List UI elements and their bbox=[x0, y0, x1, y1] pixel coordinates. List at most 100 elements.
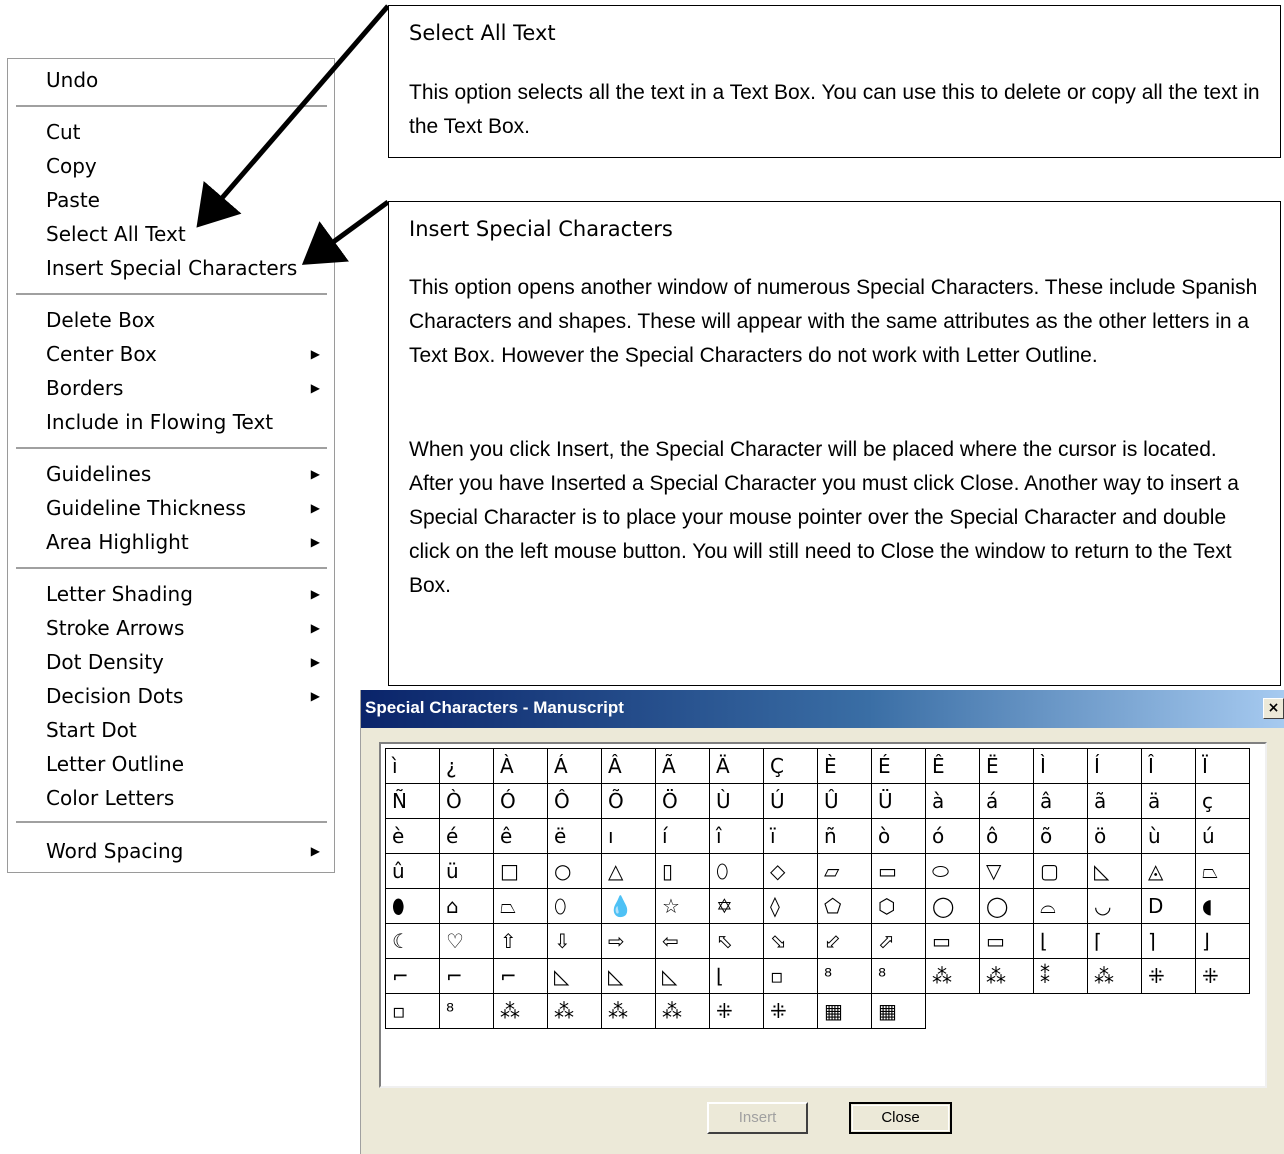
character-cell[interactable]: Ô bbox=[547, 783, 602, 819]
character-cell[interactable]: ä bbox=[1141, 783, 1196, 819]
menu-item-color-letters[interactable]: Color Letters bbox=[46, 785, 324, 811]
character-cell[interactable]: ⌋ bbox=[1195, 923, 1250, 959]
character-cell[interactable]: Ó bbox=[493, 783, 548, 819]
character-cell[interactable]: Ã bbox=[655, 748, 710, 784]
character-cell[interactable]: ⌂ bbox=[439, 888, 494, 924]
character-cell[interactable]: ⏢ bbox=[493, 888, 548, 924]
character-cell[interactable]: ô bbox=[979, 818, 1034, 854]
character-cell[interactable]: ⬁ bbox=[709, 923, 764, 959]
close-button[interactable]: Close bbox=[849, 1102, 952, 1134]
character-cell[interactable]: ▫ bbox=[385, 993, 440, 1029]
character-cell[interactable]: Ï bbox=[1195, 748, 1250, 784]
character-cell[interactable]: Ò bbox=[439, 783, 494, 819]
character-cell[interactable]: ⇧ bbox=[493, 923, 548, 959]
character-cell[interactable]: ⌓ bbox=[1033, 888, 1088, 924]
character-cell[interactable]: ◯ bbox=[925, 888, 980, 924]
character-cell[interactable]: ï bbox=[763, 818, 818, 854]
character-cell[interactable]: ▢ bbox=[1033, 853, 1088, 889]
character-cell[interactable]: ⬯ bbox=[547, 888, 602, 924]
character-cell[interactable]: ã bbox=[1087, 783, 1142, 819]
character-cell[interactable]: ⬀ bbox=[871, 923, 926, 959]
character-cell[interactable]: Ä bbox=[709, 748, 764, 784]
character-cell[interactable]: î bbox=[709, 818, 764, 854]
character-cell[interactable]: Ë bbox=[979, 748, 1034, 784]
character-cell[interactable]: 💧 bbox=[601, 888, 656, 924]
character-cell[interactable]: È bbox=[817, 748, 872, 784]
character-cell[interactable]: Õ bbox=[601, 783, 656, 819]
menu-item-word-spacing[interactable]: Word Spacing ▶ bbox=[46, 838, 324, 864]
character-cell[interactable]: ⌐ bbox=[385, 958, 440, 994]
character-cell[interactable]: ⬯ bbox=[709, 853, 764, 889]
character-cell[interactable]: ▯ bbox=[655, 853, 710, 889]
character-cell[interactable]: è bbox=[385, 818, 440, 854]
character-cell[interactable]: ▭ bbox=[979, 923, 1034, 959]
character-cell[interactable]: ⁸ bbox=[871, 958, 926, 994]
character-cell[interactable]: ⇩ bbox=[547, 923, 602, 959]
character-cell[interactable]: ⁜ bbox=[1195, 958, 1250, 994]
character-cell[interactable]: ▱ bbox=[817, 853, 872, 889]
character-cell[interactable]: ◺ bbox=[601, 958, 656, 994]
character-cell[interactable]: ó bbox=[925, 818, 980, 854]
character-cell[interactable]: É bbox=[871, 748, 926, 784]
character-cell[interactable]: Ü bbox=[871, 783, 926, 819]
character-cell[interactable]: ⬮ bbox=[385, 888, 440, 924]
close-icon[interactable]: × bbox=[1263, 698, 1284, 719]
character-cell[interactable]: ☾ bbox=[385, 923, 440, 959]
character-cell[interactable]: í bbox=[655, 818, 710, 854]
character-cell[interactable]: Ç bbox=[763, 748, 818, 784]
character-cell[interactable]: Ì bbox=[1033, 748, 1088, 784]
character-cell[interactable]: ⁸ bbox=[439, 993, 494, 1029]
character-cell[interactable]: ç bbox=[1195, 783, 1250, 819]
character-cell[interactable]: ◬ bbox=[1141, 853, 1196, 889]
character-cell[interactable]: ▭ bbox=[925, 923, 980, 959]
character-cell[interactable]: ⬂ bbox=[763, 923, 818, 959]
character-cell[interactable]: Ê bbox=[925, 748, 980, 784]
character-cell[interactable]: ✡ bbox=[709, 888, 764, 924]
character-cell[interactable]: ◺ bbox=[1087, 853, 1142, 889]
character-cell[interactable]: ◖ bbox=[1195, 888, 1250, 924]
character-cell[interactable]: ù bbox=[1141, 818, 1196, 854]
character-cell[interactable]: ⁜ bbox=[709, 993, 764, 1029]
character-cell[interactable]: ⌊ bbox=[709, 958, 764, 994]
character-cell[interactable]: D bbox=[1141, 888, 1196, 924]
character-cell[interactable]: ë bbox=[547, 818, 602, 854]
character-cell[interactable]: ñ bbox=[817, 818, 872, 854]
character-cell[interactable]: Ñ bbox=[385, 783, 440, 819]
character-cell[interactable]: ⬭ bbox=[925, 853, 980, 889]
character-cell[interactable]: â bbox=[1033, 783, 1088, 819]
character-cell[interactable]: ⬃ bbox=[817, 923, 872, 959]
character-cell[interactable]: õ bbox=[1033, 818, 1088, 854]
character-cell[interactable]: à bbox=[925, 783, 980, 819]
character-cell[interactable]: ⁜ bbox=[763, 993, 818, 1029]
character-cell[interactable]: ◊ bbox=[763, 888, 818, 924]
character-cell[interactable]: Î bbox=[1141, 748, 1196, 784]
character-cell[interactable]: ⇦ bbox=[655, 923, 710, 959]
character-cell[interactable]: ò bbox=[871, 818, 926, 854]
character-cell[interactable]: Ù bbox=[709, 783, 764, 819]
character-cell[interactable]: Á bbox=[547, 748, 602, 784]
character-cell[interactable]: ○ bbox=[547, 853, 602, 889]
character-cell[interactable]: ◺ bbox=[547, 958, 602, 994]
character-cell[interactable]: ⌐ bbox=[439, 958, 494, 994]
character-cell[interactable]: ö bbox=[1087, 818, 1142, 854]
character-cell[interactable]: ▭ bbox=[871, 853, 926, 889]
character-cell[interactable]: ı bbox=[601, 818, 656, 854]
menu-item-start-dot[interactable]: Start Dot bbox=[46, 717, 324, 743]
character-cell[interactable]: ▦ bbox=[817, 993, 872, 1029]
character-cell[interactable]: ◺ bbox=[655, 958, 710, 994]
character-cell[interactable]: ì bbox=[385, 748, 440, 784]
character-cell[interactable]: ⁂ bbox=[1087, 958, 1142, 994]
character-cell[interactable]: ♡ bbox=[439, 923, 494, 959]
character-cell[interactable]: △ bbox=[601, 853, 656, 889]
character-cell[interactable]: ⁂ bbox=[655, 993, 710, 1029]
character-cell[interactable]: ◡ bbox=[1087, 888, 1142, 924]
insert-button[interactable]: Insert bbox=[707, 1102, 808, 1134]
character-cell[interactable]: ⬠ bbox=[817, 888, 872, 924]
character-cell[interactable]: ⁂ bbox=[601, 993, 656, 1029]
character-cell[interactable]: ◇ bbox=[763, 853, 818, 889]
character-cell[interactable]: ◯ bbox=[979, 888, 1034, 924]
character-cell[interactable]: ⬡ bbox=[871, 888, 926, 924]
character-cell[interactable]: ▫ bbox=[763, 958, 818, 994]
character-cell[interactable]: ▽ bbox=[979, 853, 1034, 889]
character-cell[interactable]: ⁜ bbox=[1141, 958, 1196, 994]
